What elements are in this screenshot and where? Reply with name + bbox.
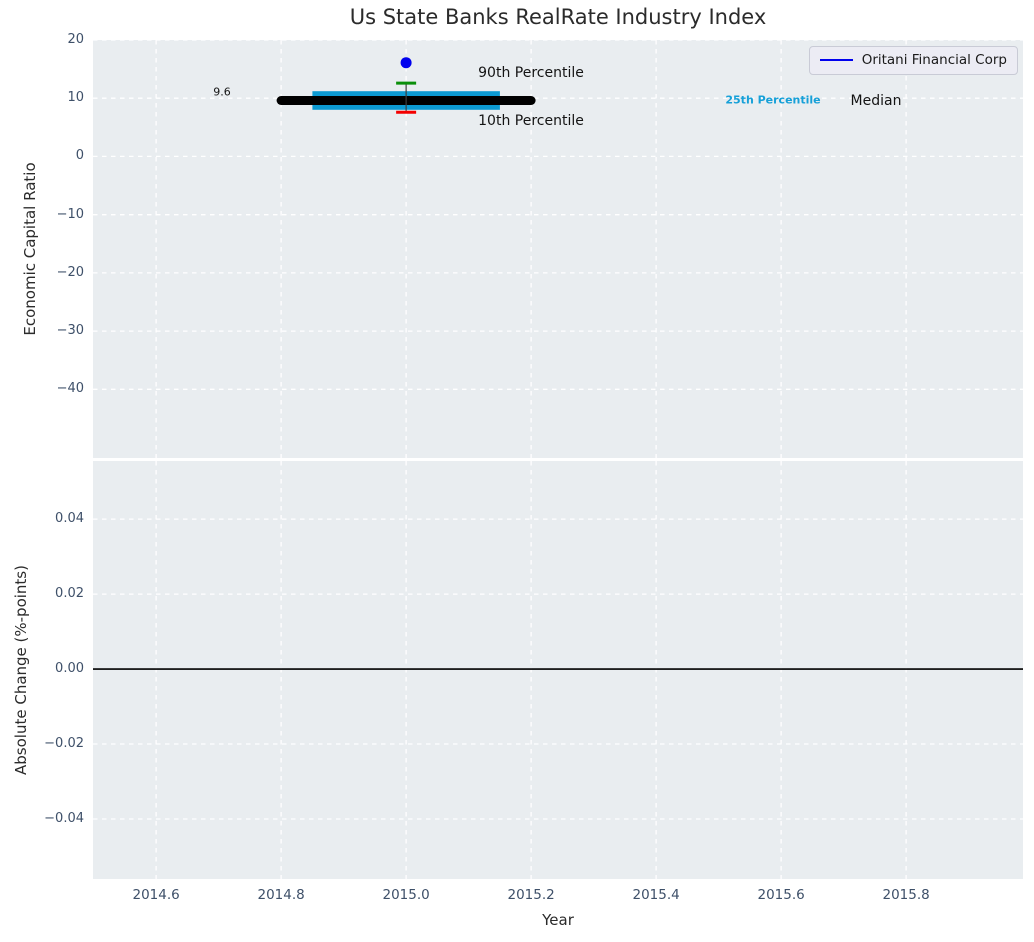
legend-label: Oritani Financial Corp bbox=[861, 52, 1007, 68]
tick-label-x: 2014.8 bbox=[257, 887, 305, 903]
legend-line-swatch bbox=[819, 59, 853, 61]
bottom-plot-panel bbox=[93, 461, 1023, 879]
annotation-10th-percentile: 10th Percentile bbox=[478, 113, 584, 129]
tick-label-x: 2015.6 bbox=[757, 887, 805, 903]
tick-label-x: 2014.6 bbox=[132, 887, 180, 903]
tick-label-y: −0.02 bbox=[44, 736, 84, 752]
tick-label-y: 0.04 bbox=[55, 511, 84, 527]
annotation-median: Median bbox=[850, 93, 902, 109]
company-point bbox=[400, 57, 412, 69]
tick-label-y: 0.02 bbox=[55, 586, 84, 602]
tick-label-x: 2015.4 bbox=[632, 887, 680, 903]
tick-label-x: 2015.0 bbox=[382, 887, 430, 903]
legend: Oritani Financial Corp bbox=[808, 46, 1018, 75]
chart-title: Us State Banks RealRate Industry Index bbox=[349, 5, 767, 29]
chart-figure: Us State Banks RealRate Industry Index E… bbox=[0, 0, 1034, 942]
y-axis-label-top: Economic Capital Ratio bbox=[21, 162, 39, 336]
tick-label-y: 0 bbox=[75, 148, 84, 164]
annotation-9-6: 9.6 bbox=[213, 85, 231, 99]
bottom-plot-canvas bbox=[93, 461, 1023, 879]
tick-label-y: −30 bbox=[56, 323, 84, 339]
annotation-90th-percentile: 90th Percentile bbox=[478, 65, 584, 81]
tick-label-y: −0.04 bbox=[44, 811, 84, 827]
annotation-25th-percentile: 25th Percentile bbox=[725, 93, 821, 107]
tick-label-y: −20 bbox=[56, 264, 84, 280]
tick-label-y: 10 bbox=[67, 90, 84, 106]
tick-label-y: −10 bbox=[56, 206, 84, 222]
tick-label-y: −40 bbox=[56, 381, 84, 397]
tick-label-x: 2015.2 bbox=[507, 887, 555, 903]
tick-label-x: 2015.8 bbox=[882, 887, 930, 903]
tick-label-y: 0.00 bbox=[55, 661, 84, 677]
x-axis-label: Year bbox=[542, 911, 574, 929]
tick-label-y: 20 bbox=[67, 32, 84, 47]
